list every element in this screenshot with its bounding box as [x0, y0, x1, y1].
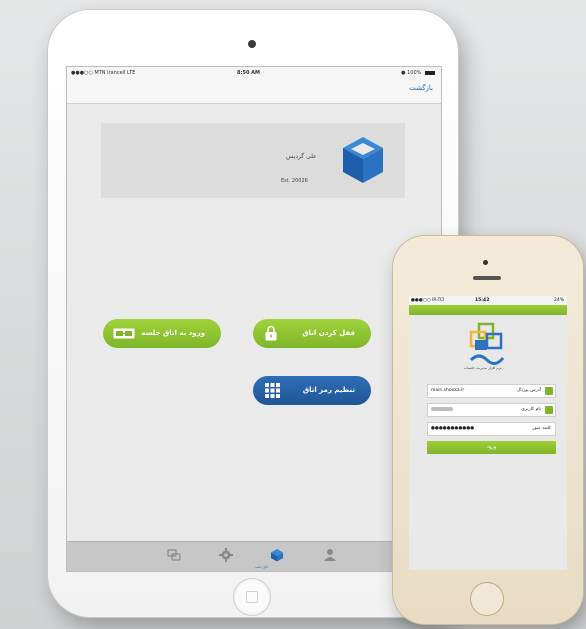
tab-profile-user-icon[interactable]: [323, 548, 337, 562]
back-button[interactable]: بازگشت: [409, 84, 433, 92]
tab-rooms-label: اتاق جلسه: [255, 565, 268, 569]
keypad-icon: [265, 383, 280, 398]
password-field[interactable]: ●●●●●●●●●●● کلمه عبور: [427, 422, 556, 436]
iphone-header-bar: [409, 305, 567, 315]
iphone-status-time: 15:42: [475, 298, 490, 303]
status-battery: ● 100%: [401, 67, 435, 79]
ipad-content: علی گردیس Est. 20026 ورود به اتاق جلسه ق…: [67, 104, 441, 541]
enter-room-label: ورود به اتاق جلسه: [141, 329, 205, 337]
lock-room-label: قفل کردن اتاق: [302, 329, 355, 337]
ipad-status-bar: ●●●○○ MTN Irancell LTE 8:50 AM ● 100%: [67, 67, 441, 79]
lock-room-button[interactable]: قفل کردن اتاق: [253, 319, 371, 348]
ipad-home-button[interactable]: [233, 578, 271, 616]
ipad-screen: ●●●○○ MTN Irancell LTE 8:50 AM ● 100% با…: [66, 66, 442, 572]
portal-address-value: main.shooka.ir: [431, 388, 465, 393]
set-room-password-button[interactable]: تنظیم رمز اتاق: [253, 376, 371, 405]
password-label: کلمه عبور: [532, 426, 551, 431]
battery-icon: [425, 70, 435, 75]
checkmark-icon: [545, 406, 553, 414]
username-field[interactable]: نام کاربری: [427, 403, 556, 417]
username-value: [431, 404, 453, 416]
shooka-logo-icon: [469, 322, 505, 365]
keycard-icon: [113, 328, 135, 339]
enter-room-button[interactable]: ورود به اتاق جلسه: [103, 319, 221, 348]
status-battery-text: ● 100%: [401, 70, 422, 76]
checkmark-icon: [545, 387, 553, 395]
blurred-username: [431, 406, 453, 411]
iphone-device: ●●●○○ IR-TCI 15:42 24% نرم افزار مدیریت …: [393, 236, 583, 624]
tab-chat-icon[interactable]: [167, 548, 181, 562]
logo-subtitle: نرم افزار مدیریت جلسات: [464, 366, 502, 370]
iphone-speaker: [473, 276, 501, 280]
portal-address-label: آدرس پورتال: [517, 388, 541, 393]
lock-icon: [265, 325, 277, 341]
set-room-password-label: تنظیم رمز اتاق: [302, 386, 355, 394]
company-established: Est. 20026: [281, 178, 308, 184]
iphone-status-carrier: ●●●○○ IR-TCI: [411, 298, 445, 303]
iphone-status-bar: ●●●○○ IR-TCI 15:42 24%: [409, 296, 567, 305]
ipad-tab-bar: اتاق جلسه: [67, 541, 441, 571]
login-button[interactable]: ورود: [427, 441, 556, 454]
iphone-home-button[interactable]: [470, 582, 504, 616]
portal-address-field[interactable]: main.shooka.ir آدرس پورتال: [427, 384, 556, 398]
tab-settings-gear-icon[interactable]: [219, 548, 233, 562]
iphone-camera: [483, 260, 488, 265]
iphone-status-battery: 24%: [553, 298, 564, 303]
ipad-nav-bar: بازگشت: [67, 79, 441, 104]
company-card: علی گردیس Est. 20026: [101, 123, 405, 198]
ipad-camera: [248, 40, 256, 48]
iphone-screen: ●●●○○ IR-TCI 15:42 24% نرم افزار مدیریت …: [409, 296, 567, 570]
password-value: ●●●●●●●●●●●: [431, 426, 475, 431]
home-square-icon: [246, 591, 258, 603]
company-name: علی گردیس: [286, 153, 317, 160]
username-label: نام کاربری: [521, 407, 541, 412]
status-carrier: ●●●○○ MTN Irancell LTE: [71, 70, 136, 76]
status-time: 8:50 AM: [237, 70, 261, 76]
cube-logo-icon: [343, 137, 383, 183]
tab-rooms-cube-icon[interactable]: [270, 548, 284, 562]
